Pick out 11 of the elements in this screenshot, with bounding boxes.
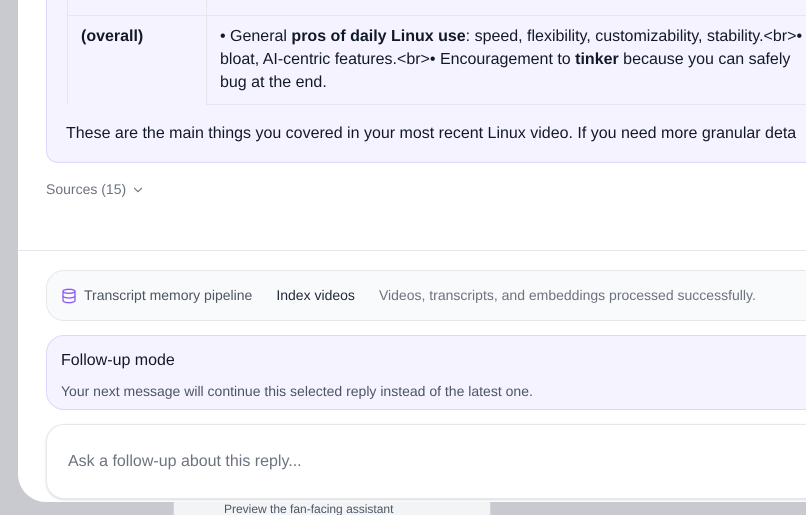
pipeline-step: Index videos: [276, 285, 355, 306]
table-cell-text: (overall): [80, 27, 144, 47]
table-cell-text: • General pros of daily Linux use: speed, flexibility, customizability, stability.<br>• bloat, AI-centric features.<br>• Encouragement to tinker because you can safely bug at the end.: [220, 27, 802, 93]
sources-toggle[interactable]: Sources (15): [46, 179, 146, 200]
pipeline-status: Videos, transcripts, and embeddings processed successfully.: [378, 286, 756, 305]
summary-text: These are the main things you covered in your most recent Linux video. If you need more granular deta: [66, 124, 796, 144]
pipeline-name: Transcript memory pipeline: [84, 286, 252, 305]
follow-up-description: Your next message will continue this selected reply instead of the latest one.: [61, 382, 533, 401]
database-icon: [61, 288, 77, 304]
follow-up-title: Follow-up mode: [61, 351, 176, 371]
follow-up-input[interactable]: Ask a follow-up about this reply...: [46, 424, 806, 499]
